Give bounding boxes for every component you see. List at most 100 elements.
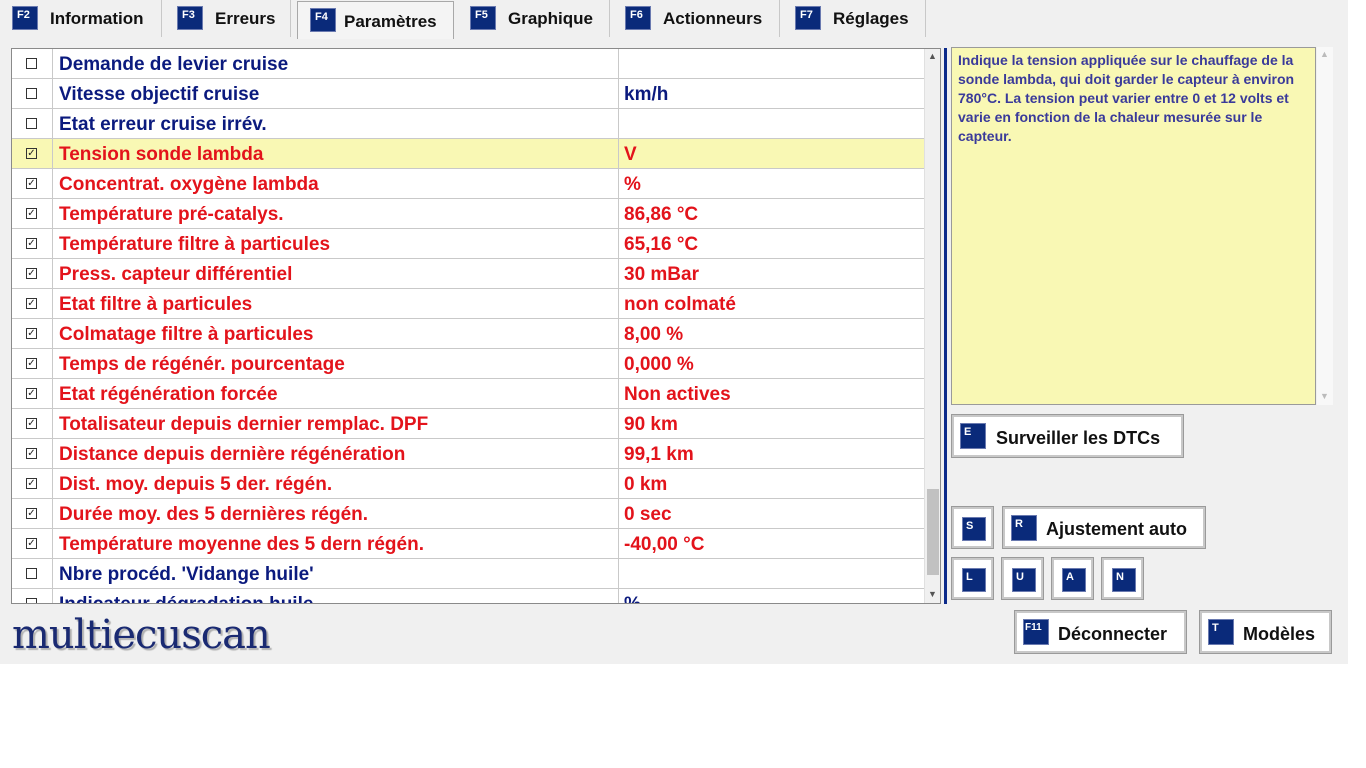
- help-scrollbar[interactable]: ▲ ▼: [1317, 47, 1333, 405]
- parameter-name: Vitesse objectif cruise: [59, 84, 260, 105]
- column-separator: [52, 379, 53, 408]
- column-separator: [618, 409, 619, 438]
- parameter-checkbox[interactable]: ✓: [26, 208, 37, 219]
- parameter-name: Nbre procéd. 'Vidange huile': [59, 564, 314, 585]
- models-button[interactable]: T Modèles: [1199, 610, 1332, 654]
- column-separator: [618, 529, 619, 558]
- scrollbar-thumb[interactable]: [927, 489, 939, 575]
- parameter-row[interactable]: ✓ Température pré-catalys. 86,86 °C: [12, 199, 924, 229]
- parameter-checkbox[interactable]: ✓: [26, 418, 37, 429]
- tab-erreurs[interactable]: F3 Erreurs: [165, 0, 291, 37]
- parameter-row[interactable]: Nbre procéd. 'Vidange huile': [12, 559, 924, 589]
- key-badge: N: [1112, 568, 1136, 592]
- parameter-value: %: [624, 594, 641, 603]
- column-separator: [52, 589, 53, 603]
- column-separator: [52, 169, 53, 198]
- l-button[interactable]: L: [951, 557, 994, 600]
- parameter-row[interactable]: Vitesse objectif cruise km/h: [12, 79, 924, 109]
- parameter-row[interactable]: ✓ Totalisateur depuis dernier remplac. DP…: [12, 409, 924, 439]
- parameter-row[interactable]: Indicateur dégradation huile %: [12, 589, 924, 603]
- grid-scrollbar[interactable]: ▲ ▼: [924, 49, 940, 603]
- parameter-name: Température filtre à particules: [59, 234, 331, 255]
- tab-parametres[interactable]: F4 Paramètres: [297, 1, 454, 39]
- parameter-checkbox[interactable]: ✓: [26, 148, 37, 159]
- parameter-row[interactable]: ✓ Concentrat. oxygène lambda %: [12, 169, 924, 199]
- scroll-up-icon[interactable]: ▲: [928, 51, 937, 61]
- parameter-row[interactable]: ✓ Temps de régénér. pourcentage 0,000 %: [12, 349, 924, 379]
- parameter-name: Demande de levier cruise: [59, 54, 289, 75]
- s-button[interactable]: S: [951, 506, 994, 549]
- parameter-checkbox[interactable]: ✓: [26, 238, 37, 249]
- button-label: Déconnecter: [1058, 624, 1168, 644]
- auto-adjust-button[interactable]: R Ajustement auto: [1002, 506, 1206, 549]
- parameter-row[interactable]: ✓ Etat filtre à particules non colmaté: [12, 289, 924, 319]
- parameter-row[interactable]: ✓ Durée moy. des 5 dernières régén. 0 sec: [12, 499, 924, 529]
- button-label: Surveiller les DTCs: [996, 428, 1161, 448]
- parameter-row[interactable]: ✓ Etat régénération forcée Non actives: [12, 379, 924, 409]
- parameter-name: Etat filtre à particules: [59, 294, 253, 315]
- scroll-up-icon[interactable]: ▲: [1320, 49, 1329, 59]
- parameter-row[interactable]: ✓ Press. capteur différentiel 30 mBar: [12, 259, 924, 289]
- parameter-checkbox[interactable]: ✓: [26, 508, 37, 519]
- scroll-down-icon[interactable]: ▼: [928, 589, 937, 599]
- column-separator: [618, 439, 619, 468]
- parameter-checkbox[interactable]: ✓: [26, 478, 37, 489]
- parameter-value: 99,1 km: [624, 444, 694, 465]
- parameter-checkbox[interactable]: [26, 568, 37, 579]
- parameter-checkbox[interactable]: ✓: [26, 538, 37, 549]
- parameter-row[interactable]: ✓ Colmatage filtre à particules 8,00 %: [12, 319, 924, 349]
- parameter-row[interactable]: ✓ Dist. moy. depuis 5 der. régén. 0 km: [12, 469, 924, 499]
- parameter-checkbox[interactable]: ✓: [26, 178, 37, 189]
- tab-reglages[interactable]: F7 Réglages: [783, 0, 926, 37]
- scroll-down-icon[interactable]: ▼: [1320, 391, 1329, 401]
- column-separator: [618, 259, 619, 288]
- parameter-value: 30 mBar: [624, 264, 699, 285]
- tab-key-badge: F4: [310, 8, 336, 32]
- tab-key-badge: F5: [470, 6, 496, 30]
- parameter-checkbox[interactable]: ✓: [26, 388, 37, 399]
- u-button[interactable]: U: [1001, 557, 1044, 600]
- parameter-checkbox[interactable]: ✓: [26, 358, 37, 369]
- column-separator: [618, 499, 619, 528]
- column-separator: [52, 439, 53, 468]
- parameter-name: Distance depuis dernière régénération: [59, 444, 406, 465]
- key-badge: A: [1062, 568, 1086, 592]
- n-button[interactable]: N: [1101, 557, 1144, 600]
- parameter-value: 0 sec: [624, 504, 672, 525]
- key-badge: L: [962, 568, 986, 592]
- parameter-value: 8,00 %: [624, 324, 684, 345]
- tab-label: Graphique: [508, 9, 594, 28]
- column-separator: [618, 289, 619, 318]
- tab-actionneurs[interactable]: F6 Actionneurs: [613, 0, 780, 37]
- column-separator: [52, 289, 53, 318]
- a-button[interactable]: A: [1051, 557, 1094, 600]
- parameter-row[interactable]: Etat erreur cruise irrév.: [12, 109, 924, 139]
- panel-divider[interactable]: [944, 48, 947, 604]
- parameter-checkbox[interactable]: [26, 598, 37, 603]
- column-separator: [52, 319, 53, 348]
- parameter-name: Concentrat. oxygène lambda: [59, 174, 319, 195]
- parameter-checkbox[interactable]: ✓: [26, 328, 37, 339]
- column-separator: [52, 49, 53, 78]
- monitor-dtcs-button[interactable]: E Surveiller les DTCs: [951, 414, 1184, 458]
- tab-graphique[interactable]: F5 Graphique: [458, 0, 610, 37]
- parameter-row[interactable]: ✓ Tension sonde lambda V: [12, 139, 924, 169]
- parameter-checkbox[interactable]: ✓: [26, 298, 37, 309]
- parameter-checkbox[interactable]: ✓: [26, 268, 37, 279]
- disconnect-button[interactable]: F11 Déconnecter: [1014, 610, 1187, 654]
- parameter-row[interactable]: ✓ Distance depuis dernière régénération 99…: [12, 439, 924, 469]
- parameter-checkbox[interactable]: [26, 58, 37, 69]
- column-separator: [52, 79, 53, 108]
- parameter-value: 90 km: [624, 414, 678, 435]
- parameter-value: km/h: [624, 84, 669, 105]
- parameter-checkbox[interactable]: [26, 118, 37, 129]
- parameter-checkbox[interactable]: ✓: [26, 448, 37, 459]
- key-badge: S: [962, 517, 986, 541]
- parameter-row[interactable]: ✓ Température moyenne des 5 dern régén. -4…: [12, 529, 924, 559]
- tab-information[interactable]: F2 Information: [0, 0, 162, 37]
- parameter-checkbox[interactable]: [26, 88, 37, 99]
- parameter-row[interactable]: Demande de levier cruise: [12, 49, 924, 79]
- parameter-name: Température pré-catalys.: [59, 204, 284, 225]
- parameter-value: Non actives: [624, 384, 731, 405]
- parameter-row[interactable]: ✓ Température filtre à particules 65,16 °C: [12, 229, 924, 259]
